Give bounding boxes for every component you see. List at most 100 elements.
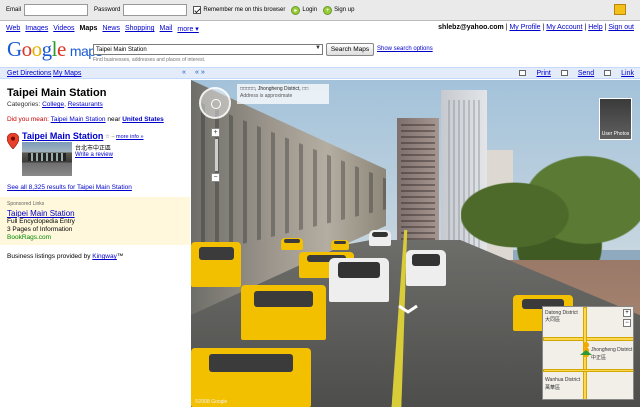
category-link[interactable]: Restaurants bbox=[68, 101, 103, 108]
more-info-link[interactable]: more info » bbox=[116, 134, 144, 140]
write-review-link[interactable]: Write a review bbox=[75, 152, 113, 158]
taxi bbox=[281, 238, 303, 250]
zoom-in-button[interactable]: + bbox=[211, 128, 220, 137]
minimap-zoom-out-button[interactable]: − bbox=[623, 319, 631, 327]
near-place-link[interactable]: United States bbox=[122, 116, 164, 123]
login-bar: Email Password Remember me on this brows… bbox=[0, 0, 640, 21]
print-icon[interactable] bbox=[519, 70, 527, 76]
map-toolbar: Get Directions My Maps « « » Print Send … bbox=[0, 67, 640, 79]
sponsored-links: Sponsored Links Taipei Main Station Full… bbox=[0, 197, 190, 245]
map-pin-icon[interactable] bbox=[7, 133, 19, 149]
map-label: Datong District bbox=[545, 310, 578, 316]
result-title-link[interactable]: Taipei Main Station bbox=[22, 131, 103, 141]
search-hint: Find businesses, addresses and places of… bbox=[93, 57, 206, 63]
nav-web[interactable]: Web bbox=[6, 25, 20, 32]
did-you-mean-label: Did you mean: bbox=[7, 116, 49, 123]
toolbar-star-icon[interactable] bbox=[614, 4, 626, 15]
user-photos-label: User Photos bbox=[601, 131, 630, 137]
map-label: Jhongheng District bbox=[591, 347, 633, 353]
category-link[interactable]: College bbox=[42, 101, 64, 108]
login-icon[interactable]: ▸ bbox=[291, 5, 301, 15]
categories-label: Categories: bbox=[7, 101, 41, 108]
help-link[interactable]: Help bbox=[588, 24, 602, 31]
nav-maps: Maps bbox=[79, 25, 98, 32]
did-you-mean: Did you mean: Taipei Main Station near U… bbox=[7, 116, 164, 123]
street-view-compass-icon[interactable] bbox=[199, 87, 231, 119]
see-all-results-link[interactable]: See all 8,325 results for Taipei Main St… bbox=[7, 184, 132, 191]
nav-shopping[interactable]: Shopping bbox=[125, 25, 155, 32]
search-maps-button[interactable]: Search Maps bbox=[326, 43, 374, 56]
search-input[interactable]: Taipei Main Station bbox=[93, 44, 323, 55]
map-road bbox=[543, 369, 633, 372]
link-icon[interactable] bbox=[604, 70, 612, 76]
login-button[interactable]: Login bbox=[302, 7, 317, 13]
categories: Categories: College, Restaurants bbox=[7, 101, 103, 108]
ad-url[interactable]: BookRags.com bbox=[7, 234, 183, 241]
taxi bbox=[241, 285, 326, 340]
share-links: Print Send Link bbox=[511, 70, 634, 77]
map-label: 萬華區 bbox=[545, 385, 561, 391]
logo-letter: G bbox=[7, 37, 22, 61]
taxi bbox=[191, 242, 241, 287]
sign-out-link[interactable]: Sign out bbox=[608, 24, 634, 31]
address-line: □□□□□, Jhongheng District, □□ bbox=[240, 86, 309, 92]
minimap-zoom-in-button[interactable]: + bbox=[623, 309, 631, 317]
nav-more[interactable]: more ▾ bbox=[177, 25, 198, 33]
send-icon[interactable] bbox=[560, 70, 568, 76]
zoom-track[interactable] bbox=[214, 139, 218, 171]
nav-news[interactable]: News bbox=[102, 25, 120, 32]
street-view-panorama[interactable]: + − □□□□□, Jhongheng District, □□ Addres… bbox=[191, 80, 640, 407]
email-label: Email bbox=[6, 7, 22, 13]
did-you-mean-link[interactable]: Taipei Main Station bbox=[51, 116, 106, 123]
street-view-address: □□□□□, Jhongheng District, □□ Address is… bbox=[237, 84, 329, 104]
signup-icon[interactable]: + bbox=[323, 5, 333, 15]
logo-letter: e bbox=[57, 37, 66, 61]
navigate-arrow-icon[interactable] bbox=[397, 303, 419, 315]
remember-checkbox[interactable] bbox=[193, 6, 202, 14]
link-link[interactable]: Link bbox=[621, 70, 634, 77]
pegman-icon[interactable] bbox=[579, 341, 593, 359]
password-field[interactable] bbox=[123, 4, 188, 16]
show-search-options-link[interactable]: Show search options bbox=[377, 46, 433, 52]
map-label: Wanhua District bbox=[545, 377, 581, 383]
send-link[interactable]: Send bbox=[578, 70, 594, 77]
biz-label: Business listings provided by bbox=[7, 253, 91, 260]
user-email: shlebz@yahoo.com bbox=[438, 24, 504, 31]
ad-title-link[interactable]: Taipei Main Station bbox=[7, 209, 183, 218]
search-history-chevron-icon[interactable]: ▼ bbox=[315, 45, 321, 51]
car bbox=[369, 230, 391, 246]
zoom-control: + − bbox=[211, 128, 221, 188]
taxi bbox=[331, 240, 349, 250]
nav-videos[interactable]: Videos bbox=[53, 25, 74, 32]
nav-images[interactable]: Images bbox=[25, 25, 48, 32]
logo-letter: o bbox=[31, 37, 43, 61]
my-maps-link[interactable]: My Maps bbox=[53, 70, 81, 77]
email-field[interactable] bbox=[24, 4, 89, 16]
result-thumbnail[interactable] bbox=[22, 142, 72, 176]
car bbox=[406, 250, 446, 286]
car bbox=[329, 258, 389, 302]
kingway-link[interactable]: Kingway bbox=[92, 253, 117, 260]
place-title: Taipei Main Station bbox=[7, 87, 107, 99]
my-account-link[interactable]: My Account bbox=[546, 24, 582, 31]
result-address: 台北市中正區 bbox=[75, 146, 112, 152]
more-info: ☆ – more info » bbox=[105, 134, 144, 140]
collapse-panel-icon[interactable]: « bbox=[182, 69, 186, 76]
password-label: Password bbox=[94, 7, 121, 13]
address-note: Address is approximate bbox=[240, 93, 293, 99]
print-link[interactable]: Print bbox=[536, 70, 550, 77]
signup-button[interactable]: Sign up bbox=[334, 7, 354, 13]
zoom-out-button[interactable]: − bbox=[211, 173, 220, 182]
mini-map[interactable]: Datong District 大同區 Jhongheng District 中… bbox=[542, 306, 634, 400]
my-profile-link[interactable]: My Profile bbox=[509, 24, 540, 31]
copyright: ©2008 Google bbox=[195, 399, 228, 405]
sponsored-label: Sponsored Links bbox=[7, 201, 45, 207]
logo-letter: g bbox=[41, 37, 53, 61]
user-photos-button[interactable]: User Photos bbox=[599, 98, 632, 140]
get-directions-link[interactable]: Get Directions bbox=[7, 70, 51, 77]
nav-mail[interactable]: Mail bbox=[160, 25, 173, 32]
user-links: shlebz@yahoo.com | My Profile | My Accou… bbox=[438, 24, 634, 31]
near-text: near bbox=[107, 116, 121, 123]
google-maps-logo[interactable]: Google maps bbox=[7, 37, 103, 62]
expand-map-icon[interactable]: « » bbox=[195, 69, 205, 76]
